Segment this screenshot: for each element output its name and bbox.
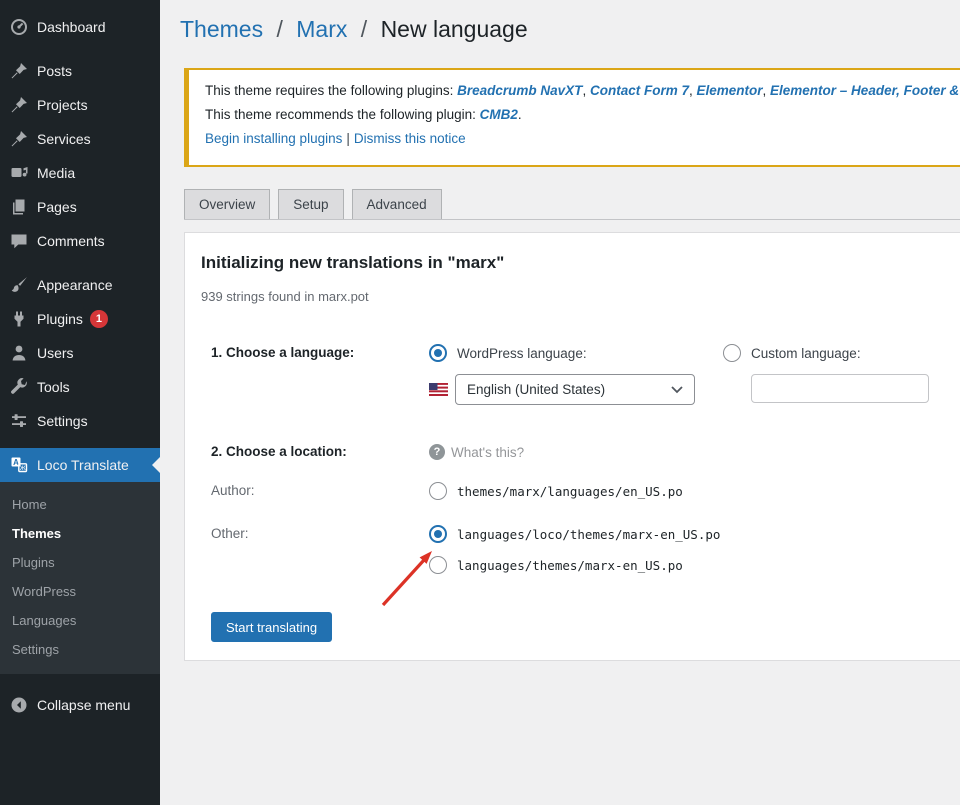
custom-language-input[interactable] (751, 374, 929, 403)
other-location-path-1: languages/loco/themes/marx-en_US.po (457, 527, 720, 542)
wrench-icon (9, 377, 29, 397)
sidebar-item-users[interactable]: Users (0, 336, 160, 370)
sidebar-item-comments[interactable]: Comments (0, 224, 160, 258)
sidebar-item-media[interactable]: Media (0, 156, 160, 190)
wordpress-language-group: WordPress language: English (United Stat… (429, 344, 723, 405)
author-location-radio[interactable] (429, 482, 447, 500)
custom-language-radio-label: Custom language: (751, 346, 861, 361)
collapse-icon (9, 695, 29, 715)
loco-tabs: Overview Setup Advanced (184, 189, 960, 220)
other-label: Other: (211, 525, 429, 574)
sidebar-item-loco-translate[interactable]: AЖ Loco Translate (0, 448, 160, 482)
sidebar-item-dashboard[interactable]: Dashboard (0, 10, 160, 44)
choose-language-row: 1. Choose a language: WordPress language… (201, 344, 948, 405)
pin-icon (9, 129, 29, 149)
other-location-row: Other: languages/loco/themes/marx-en_US.… (201, 525, 948, 574)
submenu-item-themes[interactable]: Themes (0, 519, 160, 548)
sidebar-item-pages[interactable]: Pages (0, 190, 160, 224)
panel-title: Initializing new translations in "marx" (201, 253, 948, 273)
wordpress-language-select[interactable]: English (United States) (455, 374, 695, 405)
plug-icon (9, 309, 29, 329)
plugin-link-elementor-header-footer[interactable]: Elementor – Header, Footer & Blocks Te (770, 83, 960, 98)
tab-advanced[interactable]: Advanced (352, 189, 442, 219)
custom-language-radio[interactable] (723, 344, 741, 362)
author-location-row: Author: themes/marx/languages/en_US.po (201, 482, 948, 500)
author-label: Author: (211, 482, 429, 500)
breadcrumb-marx-link[interactable]: Marx (296, 16, 347, 42)
plugin-link-cmb2[interactable]: CMB2 (480, 107, 518, 122)
brush-icon (9, 275, 29, 295)
submenu-item-plugins[interactable]: Plugins (0, 548, 160, 577)
plugin-required-notice: This theme requires the following plugin… (184, 68, 960, 167)
media-icon (9, 163, 29, 183)
breadcrumb-themes-link[interactable]: Themes (180, 16, 263, 42)
pin-icon (9, 61, 29, 81)
sidebar-item-settings[interactable]: Settings (0, 404, 160, 438)
chevron-down-icon (671, 382, 683, 397)
wordpress-language-radio[interactable] (429, 344, 447, 362)
plugin-link-contact-form-7[interactable]: Contact Form 7 (590, 83, 689, 98)
selected-language: English (United States) (467, 382, 605, 397)
sidebar-item-tools[interactable]: Tools (0, 370, 160, 404)
dismiss-notice-link[interactable]: Dismiss this notice (354, 131, 466, 146)
tab-overview[interactable]: Overview (184, 189, 270, 219)
sidebar-item-appearance[interactable]: Appearance (0, 268, 160, 302)
plugin-link-elementor[interactable]: Elementor (696, 83, 762, 98)
submenu-item-languages[interactable]: Languages (0, 606, 160, 635)
custom-language-group: Custom language: (723, 344, 960, 405)
current-menu-arrow (152, 457, 160, 473)
dashboard-icon (9, 17, 29, 37)
begin-installing-plugins-link[interactable]: Begin installing plugins (205, 131, 342, 146)
sidebar-item-projects[interactable]: Projects (0, 88, 160, 122)
other-location-path-2: languages/themes/marx-en_US.po (457, 558, 683, 573)
pages-icon (9, 197, 29, 217)
start-translating-button[interactable]: Start translating (211, 612, 332, 642)
notice-required-line: This theme requires the following plugin… (205, 83, 946, 98)
admin-sidebar: Dashboard Posts Projects Services Media (0, 0, 160, 805)
tab-setup[interactable]: Setup (278, 189, 343, 219)
pin-icon (9, 95, 29, 115)
sidebar-item-services[interactable]: Services (0, 122, 160, 156)
choose-location-label: 2. Choose a location: (211, 443, 429, 460)
submenu-item-wordpress[interactable]: WordPress (0, 577, 160, 606)
submenu-item-home[interactable]: Home (0, 490, 160, 519)
new-language-panel: Initializing new translations in "marx" … (184, 232, 960, 661)
user-icon (9, 343, 29, 363)
svg-text:Ж: Ж (20, 465, 26, 472)
wordpress-language-radio-label: WordPress language: (457, 346, 587, 361)
page-title: New language (381, 16, 528, 42)
breadcrumb: Themes / Marx / New language (160, 0, 960, 44)
choose-language-label: 1. Choose a language: (211, 344, 429, 405)
notice-actions-line: Begin installing plugins|Dismiss this no… (205, 131, 946, 146)
plugins-update-badge: 1 (90, 310, 108, 328)
comment-icon (9, 231, 29, 251)
plugin-link-breadcrumb-navxt[interactable]: Breadcrumb NavXT (457, 83, 582, 98)
strings-found-text: 939 strings found in marx.pot (201, 289, 948, 304)
translate-icon: AЖ (9, 455, 29, 475)
sliders-icon (9, 411, 29, 431)
submenu-item-settings[interactable]: Settings (0, 635, 160, 664)
other-location-radio-1[interactable] (429, 525, 447, 543)
help-icon[interactable]: ? (429, 444, 445, 460)
main-content: Themes / Marx / New language This theme … (160, 0, 960, 805)
us-flag-icon (429, 383, 448, 396)
sidebar-item-posts[interactable]: Posts (0, 54, 160, 88)
loco-translate-submenu: Home Themes Plugins WordPress Languages … (0, 482, 160, 674)
author-location-path: themes/marx/languages/en_US.po (457, 484, 683, 499)
notice-recommended-line: This theme recommends the following plug… (205, 107, 946, 122)
whats-this-text[interactable]: What's this? (451, 445, 524, 460)
sidebar-item-plugins[interactable]: Plugins 1 (0, 302, 160, 336)
collapse-menu-button[interactable]: Collapse menu (0, 688, 160, 722)
other-location-radio-2[interactable] (429, 556, 447, 574)
choose-location-row: 2. Choose a location: ? What's this? (201, 443, 948, 460)
